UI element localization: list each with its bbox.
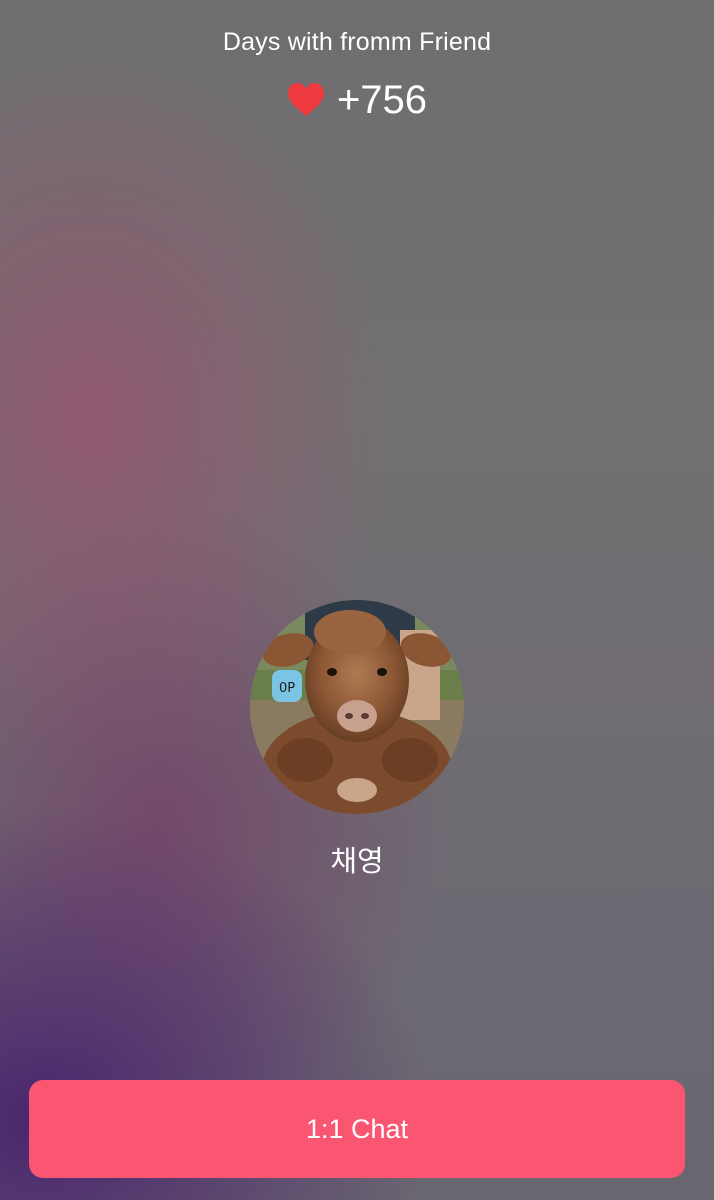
- days-caption: Days with fromm Friend: [222, 28, 492, 56]
- friend-avatar[interactable]: 0P: [250, 600, 464, 814]
- svg-text:0P: 0P: [279, 681, 295, 696]
- chat-button[interactable]: 1:1 Chat: [29, 1080, 685, 1178]
- friend-name: 채영: [330, 844, 384, 878]
- day-count: +756: [336, 78, 428, 122]
- day-counter: +756: [0, 78, 714, 122]
- heart-icon: [287, 82, 325, 118]
